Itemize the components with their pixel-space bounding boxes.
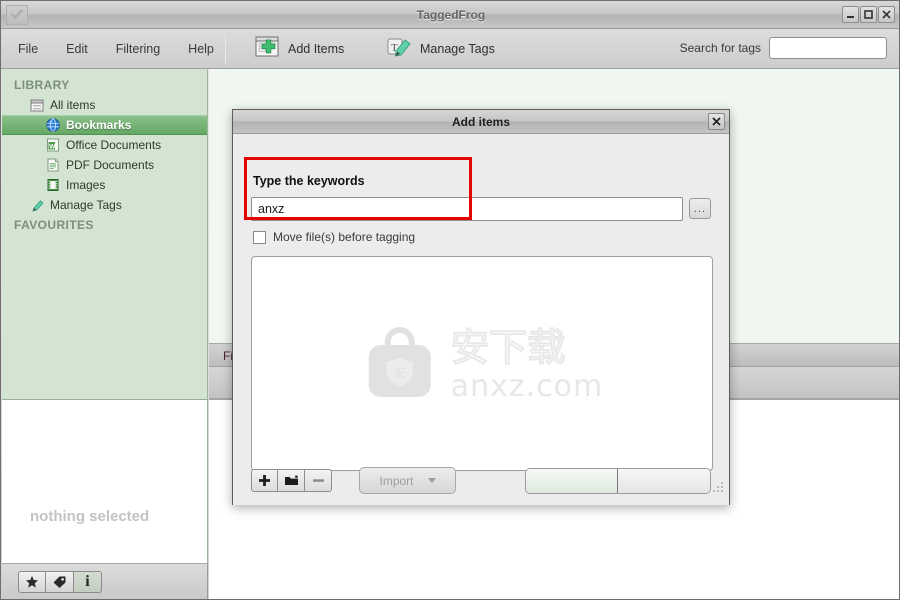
add-items-button[interactable]: Add Items (251, 33, 348, 65)
keywords-row: ... (251, 197, 711, 221)
keywords-input[interactable] (251, 197, 683, 221)
sidebar-section-library: LIBRARY (14, 78, 70, 92)
dialog-close-button[interactable] (708, 113, 725, 130)
shield-bag-icon: 安 (368, 326, 431, 397)
sidebar-item-all-items[interactable]: All items (2, 95, 207, 115)
film-icon (46, 178, 60, 192)
dialog-title-bar: Add items (233, 110, 729, 134)
sidebar-item-label: Manage Tags (50, 198, 122, 212)
import-label: Import (379, 473, 414, 488)
file-list[interactable]: 安 安下载 anxz.com (251, 256, 713, 471)
status-button-group: i (18, 571, 102, 593)
application-window: TaggedFrog File Edit Filtering Help Add … (0, 0, 900, 600)
search-label: Search for tags (679, 41, 761, 55)
info-panel: nothing selected (2, 399, 208, 563)
dialog-body: Type the keywords ... Move file(s) befor… (233, 134, 729, 505)
resize-grip[interactable] (713, 482, 724, 493)
sidebar-item-pdf-documents[interactable]: PDF Documents (2, 155, 207, 175)
nothing-selected-label: nothing selected (30, 508, 150, 525)
sidebar: LIBRARY All items Bookmarks W Office Doc… (2, 69, 208, 399)
import-button[interactable]: Import (359, 467, 456, 494)
word-doc-icon: W (46, 138, 60, 152)
title-bar: TaggedFrog (1, 1, 899, 29)
sidebar-item-bookmarks[interactable]: Bookmarks (2, 115, 207, 135)
favourites-button[interactable] (18, 571, 46, 593)
pencil-tag-icon (30, 198, 44, 212)
caret-down-icon (427, 478, 436, 483)
sidebar-item-office-documents[interactable]: W Office Documents (2, 135, 207, 155)
menu-item-file[interactable]: File (15, 40, 41, 58)
file-action-buttons (251, 469, 332, 492)
toolbar: File Edit Filtering Help Add Items T Man… (1, 29, 899, 69)
close-button[interactable] (878, 6, 895, 23)
sidebar-item-label: Images (66, 178, 106, 192)
tag-icon (52, 575, 67, 589)
all-items-icon (30, 98, 44, 112)
move-files-checkbox-row[interactable]: Move file(s) before tagging (253, 230, 415, 244)
move-files-checkbox[interactable] (253, 230, 266, 244)
sidebar-section-favourites: FAVOURITES (14, 218, 94, 232)
sidebar-item-manage-tags[interactable]: Manage Tags (2, 195, 207, 215)
menu-bar: File Edit Filtering Help (15, 29, 217, 69)
confirm-button[interactable] (526, 469, 618, 493)
add-items-label: Add Items (288, 42, 345, 56)
add-items-icon (255, 35, 281, 64)
maximize-button[interactable] (860, 6, 877, 23)
info-button[interactable]: i (74, 571, 102, 593)
dialog-confirm-buttons (525, 468, 711, 494)
dialog-footer: Import (233, 467, 729, 497)
manage-tags-label: Manage Tags (420, 42, 495, 56)
globe-icon (46, 118, 60, 132)
star-icon (25, 575, 39, 589)
manage-tags-button[interactable]: T Manage Tags (383, 33, 499, 65)
pencil-tag-icon: T (387, 35, 413, 64)
menu-item-edit[interactable]: Edit (63, 40, 91, 58)
cancel-button[interactable] (618, 469, 710, 493)
search-input[interactable] (769, 37, 887, 59)
info-icon: i (85, 573, 90, 590)
pdf-doc-icon (46, 158, 60, 172)
watermark-cn-text: 安下载 (451, 326, 566, 370)
watermark-cn-icon: 安下载 (451, 326, 567, 370)
minimize-button[interactable] (842, 6, 859, 23)
svg-text:安: 安 (394, 365, 406, 380)
sidebar-item-label: PDF Documents (66, 158, 155, 172)
keywords-label: Type the keywords (253, 174, 365, 188)
watermark: 安 安下载 anxz.com (361, 325, 604, 403)
add-file-button[interactable] (251, 469, 278, 492)
sidebar-item-label: Bookmarks (66, 118, 132, 132)
toolbar-separator (225, 34, 226, 65)
add-items-dialog: Add items Type the keywords ... Move fil… (232, 109, 730, 505)
sidebar-item-label: Office Documents (66, 138, 162, 152)
dialog-title: Add items (451, 115, 510, 129)
window-title: TaggedFrog (416, 8, 486, 22)
menu-item-help[interactable]: Help (185, 40, 217, 58)
watermark-url: anxz.com (450, 368, 604, 404)
sidebar-item-label: All items (50, 98, 96, 112)
menu-item-filtering[interactable]: Filtering (113, 40, 163, 58)
svg-text:W: W (49, 143, 56, 150)
browse-button[interactable]: ... (689, 198, 711, 219)
move-files-label: Move file(s) before tagging (273, 230, 416, 244)
window-controls (842, 6, 895, 23)
search-area: Search for tags (680, 37, 887, 59)
sidebar-item-images[interactable]: Images (2, 175, 207, 195)
tags-button[interactable] (46, 571, 74, 593)
status-bar: i (2, 563, 208, 599)
remove-file-button[interactable] (305, 469, 332, 492)
watermark-text: 安下载 anxz.com (451, 326, 604, 402)
add-folder-button[interactable] (278, 469, 305, 492)
